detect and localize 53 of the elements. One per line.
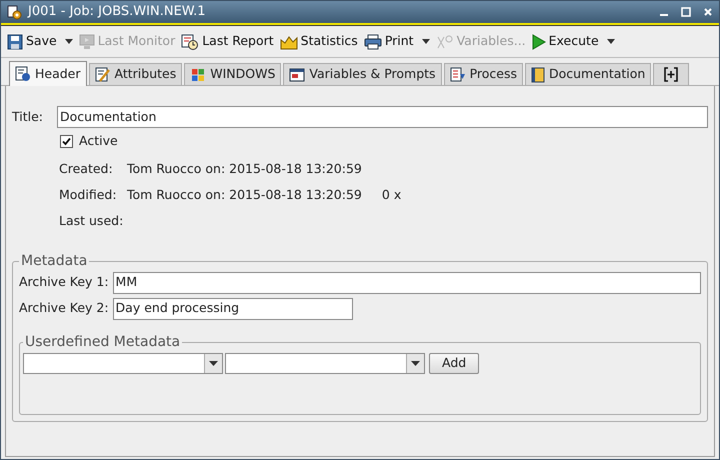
monitor-icon [78, 34, 95, 50]
text-field[interactable]: Day end processing [112, 298, 353, 320]
field-label: Archive Key 2: [19, 299, 109, 318]
window-title: J001 - Job: JOBS.WIN.NEW.1 [28, 3, 206, 22]
info-label: Created: [59, 160, 114, 178]
dropdown[interactable] [23, 352, 223, 374]
checkbox-label: Active [79, 132, 118, 150]
info-value: Tom Ruocco on: 2015-08-18 13:20:59 [127, 186, 362, 204]
add-tab[interactable] [653, 63, 690, 85]
title-field[interactable]: Documentation [57, 106, 708, 128]
dropdown[interactable] [225, 352, 425, 374]
field-value: Documentation [60, 108, 156, 126]
variables-icon [436, 34, 454, 50]
tab[interactable]: Variables & Prompts [283, 63, 442, 85]
book-icon [530, 66, 545, 82]
toolbar-button[interactable]: Save [7, 32, 57, 51]
windows-flag-icon [190, 66, 206, 82]
add-button[interactable]: Add [429, 352, 480, 374]
tab[interactable]: Attributes [88, 63, 182, 85]
text-field[interactable]: MM [112, 272, 701, 294]
add-tab-icon [664, 67, 678, 82]
list-arrow-icon [450, 66, 466, 82]
document-info-icon [15, 66, 31, 82]
field-label: Archive Key 1: [19, 273, 109, 292]
document-pencil-icon [94, 66, 111, 82]
info-label: Last used: [59, 212, 124, 230]
tab[interactable]: Header [9, 61, 87, 86]
checkbox[interactable] [60, 134, 73, 148]
group-title: Userdefined Metadata [24, 332, 182, 352]
toolbar-button[interactable]: Execute [532, 32, 599, 51]
checkmark-icon [62, 136, 71, 146]
caret-icon [209, 360, 218, 366]
toolbar-button[interactable]: Statistics [280, 32, 358, 51]
report-clock-icon [181, 34, 200, 50]
toolbar-button[interactable]: Last Report [181, 32, 274, 51]
caret-icon [411, 360, 420, 366]
info-value: Tom Ruocco on: 2015-08-18 13:20:59 [127, 160, 362, 178]
caret-icon[interactable] [64, 39, 73, 44]
caret-icon[interactable] [422, 39, 430, 44]
toolbar-button[interactable]: Print [364, 32, 414, 51]
modification-count: 0 x [382, 186, 402, 204]
printer-icon [364, 34, 382, 50]
maximize-icon[interactable] [681, 7, 691, 17]
tab[interactable]: Process [444, 63, 523, 85]
tab[interactable]: WINDOWS [184, 63, 282, 85]
group-title: Metadata [20, 252, 88, 271]
caret-icon[interactable] [606, 39, 615, 44]
tab[interactable]: Documentation [524, 63, 652, 85]
window-list-icon [289, 66, 306, 82]
play-icon [532, 34, 546, 50]
info-label: Modified: [59, 186, 118, 204]
close-icon[interactable] [703, 7, 713, 17]
field-label: Title: [12, 108, 43, 126]
